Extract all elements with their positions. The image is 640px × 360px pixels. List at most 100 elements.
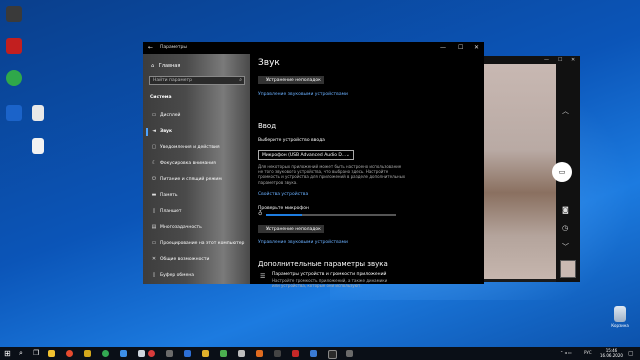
taskbar-app-3-icon[interactable] [84,350,91,357]
camera-icon[interactable]: ◙ [562,206,569,214]
search-icon: ⌕ [239,77,242,83]
taskbar-app-14-icon[interactable] [274,350,281,357]
sidebar-item-projecting[interactable]: ▭ Проецирование на этот компьютер [143,238,250,250]
clock-date: 16.06.2020 [600,353,623,358]
sidebar-item-storage[interactable]: ▬ Память [143,190,250,202]
taskbar-app-5-icon[interactable] [120,350,127,357]
timer-icon[interactable]: ◷ [562,224,568,232]
taskbar-app-9-icon[interactable] [184,350,191,357]
shared-experiences-icon: ✕ [151,256,157,262]
sidebar-item-label: Дисплей [160,113,181,118]
advanced-sound-heading: Дополнительные параметры звука [258,260,388,268]
taskbar-app-2-icon[interactable] [66,350,73,357]
camera-window: — ☐ ✕ ︿ ▭ ◙ ◷ ﹀ [480,56,580,282]
minimize-button[interactable]: — [440,44,446,51]
desktop-icon-app-4[interactable] [2,105,26,122]
tray-icons[interactable]: ⌃ ◂ ▭ [560,350,572,355]
troubleshoot-label: Устранение неполадок [266,78,321,83]
taskbar-app-7-icon[interactable] [148,350,155,357]
taskbar-app-11-icon[interactable] [220,350,227,357]
mic-level-meter [266,214,396,216]
chevron-down-icon[interactable]: ﹀ [562,242,569,252]
start-button[interactable]: ⊞ [4,349,11,358]
input-help-text: Для некоторых приложений может быть наст… [258,164,406,185]
maximize-button[interactable]: ☐ [458,44,463,51]
camera-controls-rail: ︿ ▭ ◙ ◷ ﹀ [552,64,580,282]
troubleshoot-label-2: Устранение неполадок [266,227,321,232]
test-mic-label: Проверьте микрофон [258,206,309,211]
nav-home-label: Главная [158,63,181,69]
manage-sound-devices-link-2[interactable]: Управление звуковыми устройствами [258,240,348,245]
back-arrow-icon[interactable]: ← [148,44,153,51]
camera-maximize-button[interactable]: ☐ [558,57,562,63]
desktop-icon-file-2[interactable] [26,138,50,155]
taskbar-app-1-icon[interactable] [48,350,55,357]
notifications-icon: ▢ [151,144,157,150]
troubleshoot-button[interactable]: ⚠ Устранение неполадок [258,76,324,84]
sidebar-item-sound[interactable]: ◄ Звук [143,126,250,138]
projecting-icon: ▭ [151,240,157,246]
sidebar-item-tablet[interactable]: ▯ Планшет [143,206,250,218]
sidebar-item-power[interactable]: ⏻ Питание и спящий режим [143,174,250,186]
multitasking-icon: ▤ [151,224,157,230]
sidebar-item-label: Уведомления и действия [160,145,220,150]
settings-titlebar: ← Параметры — ☐ ✕ [143,42,484,54]
close-button[interactable]: ✕ [474,44,479,51]
settings-window: ← Параметры — ☐ ✕ ⌂ Главная Найти параме… [143,42,484,288]
recycle-bin-icon[interactable]: Корзина [608,306,632,328]
sidebar-item-clipboard[interactable]: ▯ Буфер обмена [143,270,250,282]
nav-home[interactable]: ⌂ Главная [151,63,180,69]
camera-close-button[interactable]: ✕ [571,57,575,63]
taskbar: ⊞ ⌕ ❐ ⌃ ◂ ▭ РУС 15:46 16.06.2020 ▢ [0,347,640,360]
troubleshoot-button-2[interactable]: ⚠ Устранение неполадок [258,225,324,233]
taskbar-app-8-icon[interactable] [166,350,173,357]
device-properties-link[interactable]: Свойства устройства [258,192,308,197]
display-icon: ▭ [151,112,157,118]
language-indicator[interactable]: РУС [584,350,592,355]
taskbar-app-16-icon[interactable] [310,350,317,357]
clock[interactable]: 15:46 16.06.2020 [600,348,623,358]
record-video-button[interactable]: ▭ [552,162,572,182]
notifications-icon[interactable]: ▢ [628,350,634,357]
sidebar-item-focus-assist[interactable]: ☾ Фокусировка внимания [143,158,250,170]
desktop-icon-app-2[interactable] [2,38,26,55]
tablet-icon: ▯ [152,208,156,214]
settings-taskbar-icon[interactable] [346,350,353,357]
home-icon: ⌂ [151,63,155,69]
storage-icon: ▬ [151,192,157,198]
search-icon[interactable]: ⌕ [19,349,23,358]
task-view-icon[interactable]: ❐ [33,349,39,357]
page-title: Звук [258,58,280,68]
taskbar-app-12-icon[interactable] [238,350,245,357]
power-icon: ⏻ [152,176,156,182]
clipboard-icon: ▯ [152,272,156,278]
taskbar-app-15-icon[interactable] [292,350,299,357]
camera-preview [483,64,556,279]
sidebar-item-display[interactable]: ▭ Дисплей [143,110,250,122]
desktop-icon-app-1[interactable] [2,6,26,23]
sidebar-item-notifications[interactable]: ▢ Уведомления и действия [143,142,250,154]
sidebar-item-label: Память [160,193,178,198]
manage-sound-devices-link[interactable]: Управление звуковыми устройствами [258,92,348,97]
taskbar-app-4-icon[interactable] [102,350,109,357]
taskbar-app-17-icon[interactable] [328,350,337,359]
taskbar-app-10-icon[interactable] [202,350,209,357]
sidebar-item-multitasking[interactable]: ▤ Многозадачность [143,222,250,234]
input-device-value: Микрофон (USB Advanced Audio D... [262,153,347,158]
desktop-icon-whatsapp[interactable] [2,70,26,87]
camera-minimize-button[interactable]: — [544,57,549,63]
recycle-bin-label: Корзина [611,323,629,328]
taskbar-app-6-icon[interactable] [138,350,145,357]
video-icon: ▭ [558,168,566,176]
input-device-select[interactable]: Микрофон (USB Advanced Audio D... ⌄ [258,150,354,160]
sidebar-item-shared-experiences[interactable]: ✕ Общие возможности [143,254,250,266]
sidebar-item-label: Общие возможности [160,257,210,262]
desktop-icon-file-1[interactable] [26,105,50,122]
choose-input-label: Выберите устройство ввода [258,138,325,143]
last-capture-thumbnail[interactable] [560,260,576,278]
settings-search-input[interactable]: Найти параметр ⌕ [149,76,245,85]
sidebar-item-label: Звук [160,129,173,134]
app-volume-title: Параметры устройств и громкости приложен… [272,272,387,277]
chevron-up-icon[interactable]: ︿ [562,106,569,116]
taskbar-app-13-icon[interactable] [256,350,263,357]
